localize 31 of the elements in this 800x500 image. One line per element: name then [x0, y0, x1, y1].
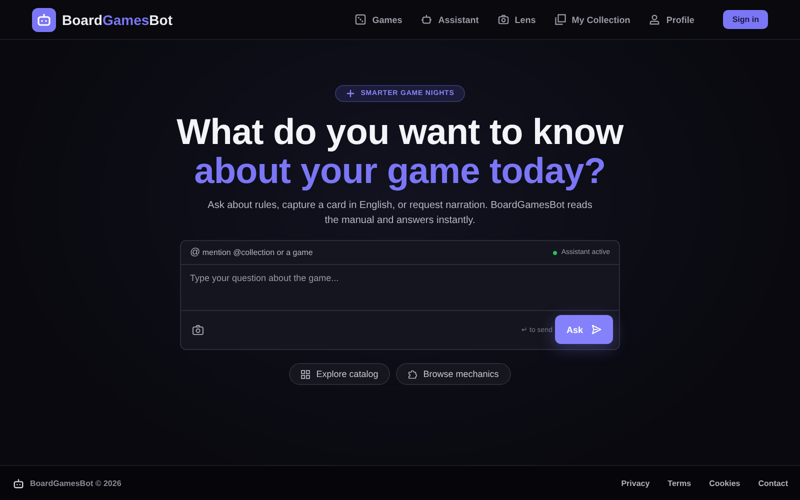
suggestion-chip[interactable]: Browse mechanics [396, 363, 511, 385]
nav-link[interactable]: Games [355, 14, 402, 25]
camera-icon [498, 14, 509, 25]
user-icon [649, 14, 660, 25]
plus-icon [346, 89, 355, 98]
nav-link[interactable]: My Collection [554, 14, 630, 25]
copyright: BoardGamesBot © 2026 [30, 478, 122, 488]
sign-in-button[interactable]: Sign in [723, 10, 768, 29]
robot-logo-icon [32, 8, 56, 32]
headline-accent: about your game today? [194, 151, 606, 190]
subtitle: Ask about rules, capture a card in English, or request narration. BoardGamesBot reads the manual and answers instantly. [206, 199, 594, 228]
brand-name[interactable]: BoardGamesBot [62, 12, 172, 28]
mention-hint[interactable]: @ mention @collection or a game [190, 247, 313, 258]
camera-icon[interactable] [192, 324, 204, 336]
footer-link[interactable]: Cookies [709, 478, 740, 488]
stacked-cards-icon [554, 14, 566, 25]
nav-link[interactable]: Lens [498, 14, 536, 25]
nav-link[interactable]: Assistant [421, 14, 479, 25]
footer-link[interactable]: Contact [758, 478, 788, 488]
send-icon [591, 324, 602, 335]
question-input[interactable]: Type your question about the game... [181, 265, 619, 311]
suggestion-chip[interactable]: Explore catalog [289, 363, 390, 385]
grid-icon [301, 370, 310, 378]
headline: What do you want to know [176, 112, 624, 151]
dice-icon [355, 14, 366, 25]
footer-link[interactable]: Privacy [621, 478, 650, 488]
puzzle-icon [408, 370, 418, 378]
footer-link[interactable]: Terms [668, 478, 692, 488]
nav-link[interactable]: Profile [649, 14, 694, 25]
robot-icon [421, 14, 432, 25]
robot-icon [13, 478, 24, 488]
